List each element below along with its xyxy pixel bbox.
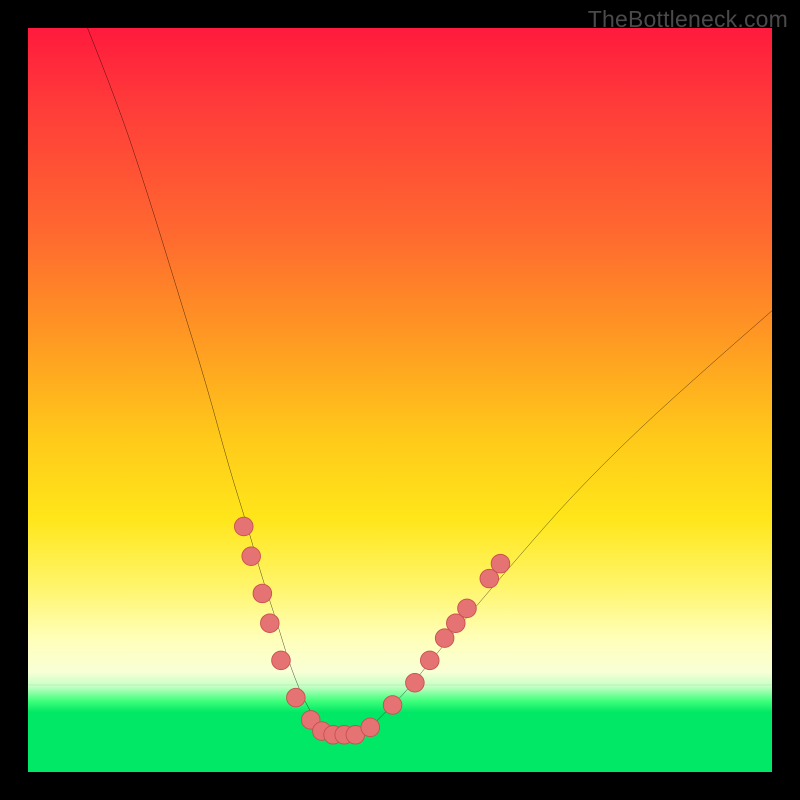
highlight-dot xyxy=(383,696,402,715)
highlight-dot xyxy=(234,517,253,536)
highlight-dot xyxy=(261,614,280,633)
highlight-dot xyxy=(253,584,272,603)
highlight-dot xyxy=(420,651,439,670)
highlight-dot xyxy=(361,718,380,737)
highlight-dots xyxy=(234,517,509,744)
highlight-dot xyxy=(406,673,425,692)
highlight-dot xyxy=(458,599,477,618)
curve-svg xyxy=(28,28,772,772)
bottleneck-curve xyxy=(88,28,772,735)
highlight-dot xyxy=(491,554,510,573)
watermark-text: TheBottleneck.com xyxy=(588,6,788,33)
highlight-dot xyxy=(287,688,306,707)
plot-area xyxy=(28,28,772,772)
highlight-dot xyxy=(242,547,261,566)
chart-frame: TheBottleneck.com xyxy=(0,0,800,800)
highlight-dot xyxy=(272,651,291,670)
